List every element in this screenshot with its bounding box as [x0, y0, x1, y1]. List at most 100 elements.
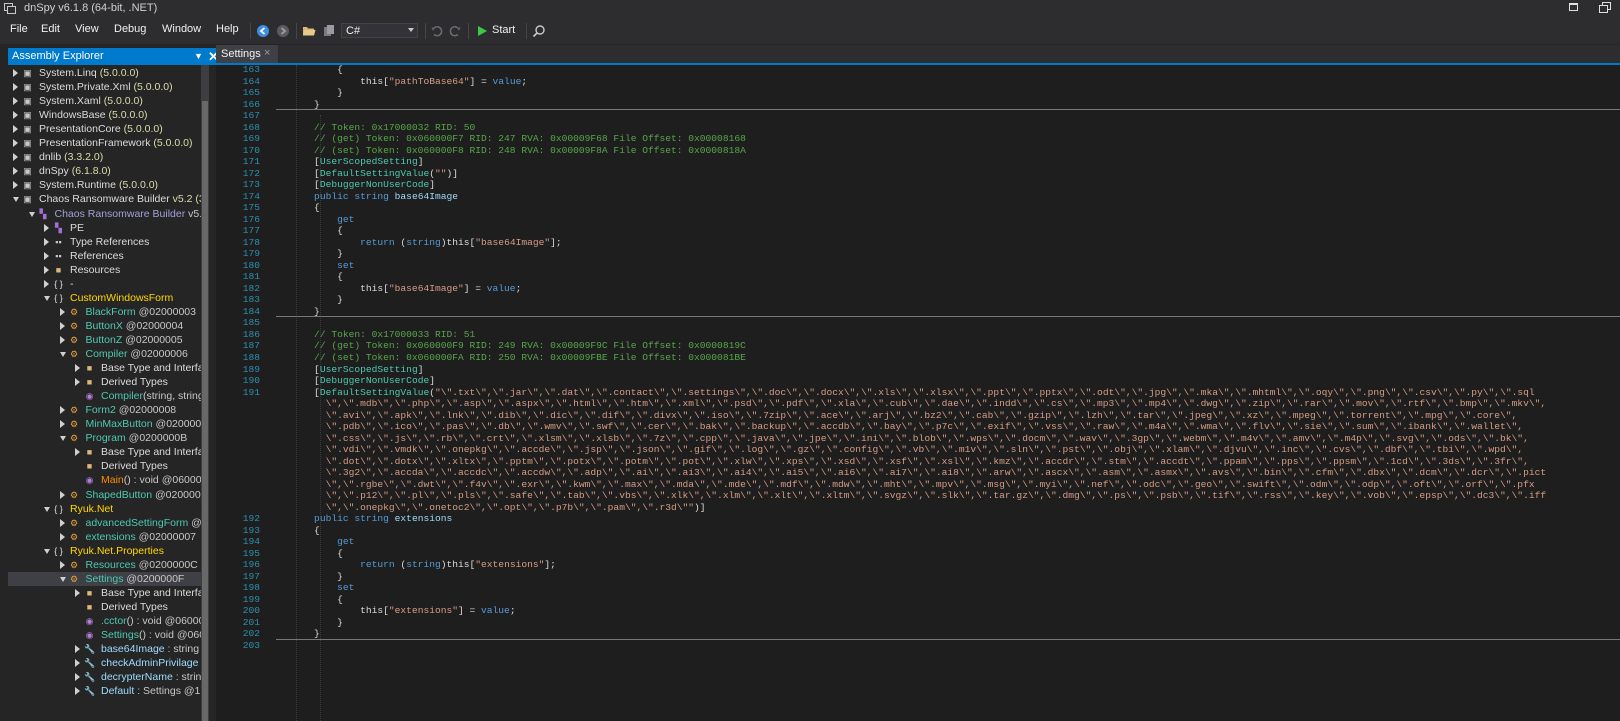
code-line[interactable]: {	[268, 225, 343, 236]
tree-node[interactable]: ⚙ advancedSettingForm @0	[8, 516, 207, 530]
expander-closed-icon[interactable]	[59, 560, 65, 569]
expander-closed-icon[interactable]	[13, 181, 18, 190]
expander-closed-icon[interactable]	[44, 223, 49, 232]
code-line[interactable]: }	[268, 87, 343, 98]
code-line[interactable]: }	[268, 248, 343, 259]
menu-debug[interactable]: Debug	[114, 23, 146, 35]
close-icon[interactable]: ×	[264, 47, 270, 59]
tree-node[interactable]: ▣ System.Xaml (5.0.0.0)	[8, 94, 207, 108]
tree-node[interactable]: ⚙ ButtonZ @02000005	[8, 333, 207, 347]
tree-node[interactable]: 🔧 checkAdminPrivilage :	[8, 656, 207, 670]
tree-node[interactable]: ▣ Chaos Ransomware Builder v5.2 (3.0	[8, 192, 207, 206]
expander-closed-icon[interactable]	[13, 153, 18, 162]
code-line[interactable]: // Token: 0x17000033 RID: 51	[268, 329, 475, 340]
expander-closed-icon[interactable]	[13, 97, 18, 106]
expander-closed-icon[interactable]	[44, 265, 49, 274]
scrollbar-thumb[interactable]	[202, 101, 208, 721]
menu-view[interactable]: View	[75, 23, 99, 35]
code-line[interactable]: {	[268, 594, 343, 605]
code-line[interactable]: get	[268, 536, 354, 547]
tree-node[interactable]: ■ Derived Types	[8, 459, 207, 473]
expander-closed-icon[interactable]	[13, 167, 18, 176]
tree-node[interactable]: ▣ WindowsBase (5.0.0.0)	[8, 108, 207, 122]
tree-node[interactable]: ⚙ Compiler @02000006	[8, 347, 207, 361]
expander-open-icon[interactable]	[28, 211, 35, 217]
expander-open-icon[interactable]	[59, 436, 66, 442]
tree-node[interactable]: ■ Derived Types	[8, 375, 207, 389]
code-line[interactable]: \".avi\",\".apk\",\".lnk\",\".dib\",\".d…	[268, 410, 1518, 421]
menu-window[interactable]: Window	[162, 23, 201, 35]
expander-closed-icon[interactable]	[75, 588, 80, 597]
code-line[interactable]: this["extensions"] = value;	[268, 605, 515, 616]
code-line[interactable]: [DefaultSettingValue("")]	[268, 168, 458, 179]
assembly-tree[interactable]: ▣ System.Linq (5.0.0.0) ▣ System.Private.Xm…	[8, 65, 207, 721]
expander-closed-icon[interactable]	[13, 125, 18, 134]
code-line[interactable]: \",\".mdb\",\".php\",\".asp\",\".aspx\",…	[268, 398, 1547, 409]
expander-closed-icon[interactable]	[75, 448, 80, 457]
tree-node[interactable]: ◉ .cctor() : void @06000	[8, 614, 207, 628]
code-line[interactable]: this["base64Image"] = value;	[268, 283, 521, 294]
code-line[interactable]: public string base64Image	[268, 191, 458, 202]
expander-closed-icon[interactable]	[75, 673, 80, 682]
search-icon[interactable]	[532, 24, 546, 38]
code-line[interactable]: [UserScopedSetting]	[268, 364, 423, 375]
expander-closed-icon[interactable]	[59, 490, 65, 499]
tree-node[interactable]: ▪▪ References	[8, 249, 207, 263]
tree-node[interactable]: { } Ryuk.Net.Properties	[8, 544, 207, 558]
expander-closed-icon[interactable]	[75, 659, 80, 668]
tree-node[interactable]: ◉ Compiler(string, string	[8, 389, 207, 403]
tree-node[interactable]: 🔧 base64Image : string @	[8, 642, 207, 656]
expander-closed-icon[interactable]	[13, 69, 18, 77]
menu-help[interactable]: Help	[216, 23, 239, 35]
expander-closed-icon[interactable]	[13, 83, 18, 92]
tree-scrollbar[interactable]	[201, 65, 209, 721]
tree-node[interactable]: ⚙ Resources @0200000C	[8, 558, 207, 572]
code-line[interactable]: get	[268, 214, 354, 225]
code-line[interactable]: [UserScopedSetting]	[268, 156, 423, 167]
tree-node[interactable]: ▣ dnSpy (6.1.8.0)	[8, 164, 207, 178]
tree-node[interactable]: ▣ PresentationFramework (5.0.0.0)	[8, 136, 207, 150]
expander-closed-icon[interactable]	[59, 321, 65, 330]
code-line[interactable]: \".dot\",\".dotx\",\".xltx\",\".pptm\",\…	[268, 456, 1529, 467]
tree-node[interactable]: ▚ Chaos Ransomware Builder v5.2.	[8, 207, 207, 221]
tree-node[interactable]: 🔧 Default : Settings @17	[8, 684, 207, 698]
chevron-down-icon[interactable]: ▼	[194, 51, 203, 61]
forward-icon[interactable]	[276, 24, 290, 38]
code-line[interactable]: [DebuggerNonUserCode]	[268, 179, 435, 190]
tree-node[interactable]: ▣ dnlib (3.3.2.0)	[8, 150, 207, 164]
tree-node[interactable]: ⚙ Settings @0200000F	[8, 571, 207, 586]
menu-edit[interactable]: Edit	[41, 23, 60, 35]
code-line[interactable]: \".3g2\",\".accda\",\".accdc\",\".accdw\…	[268, 467, 1547, 478]
tree-node[interactable]: ▣ PresentationCore (5.0.0.0)	[8, 122, 207, 136]
tree-node[interactable]: ⚙ ShapedButton @0200000D	[8, 488, 207, 502]
code-line[interactable]: }	[268, 617, 343, 628]
tree-node[interactable]: ◉ Main() : void @060000	[8, 473, 207, 487]
code-line[interactable]: [DebuggerNonUserCode]	[268, 375, 435, 386]
code-line[interactable]: \".css\",\".js\",\".rb\",\".crt\",\".xls…	[268, 433, 1529, 444]
expander-closed-icon[interactable]	[75, 378, 80, 387]
expander-closed-icon[interactable]	[59, 406, 65, 415]
code-line[interactable]: // (set) Token: 0x060000FA RID: 250 RVA:…	[268, 352, 746, 363]
undo-icon[interactable]	[430, 24, 444, 38]
code-editor[interactable]: 163 {164 this["pathToBase64"] = value; 16…	[216, 65, 1620, 721]
code-line[interactable]: set	[268, 582, 354, 593]
code-line[interactable]: \",\".p12\",\".pl\",\".pls\",\".safe\",\…	[268, 490, 1547, 501]
expander-open-icon[interactable]	[44, 295, 50, 301]
tree-node[interactable]: ⚙ Form2 @02000008	[8, 403, 207, 417]
expander-closed-icon[interactable]	[44, 279, 49, 288]
code-line[interactable]: \",\".onepkg\",\".onetoc2\",\".opt\",\".…	[268, 502, 706, 513]
expander-closed-icon[interactable]	[13, 139, 18, 148]
code-line[interactable]: }	[268, 306, 320, 317]
code-line[interactable]: }	[268, 628, 320, 639]
redo-icon[interactable]	[448, 24, 462, 38]
expander-closed-icon[interactable]	[75, 645, 80, 654]
language-select[interactable]: C#	[341, 23, 418, 38]
tree-node[interactable]: { } Ryuk.Net	[8, 502, 207, 516]
tree-node[interactable]: ⚙ Program @0200000B	[8, 431, 207, 445]
code-line[interactable]: this["pathToBase64"] = value;	[268, 76, 527, 87]
code-line[interactable]: {	[268, 202, 320, 213]
tree-node[interactable]: ⚙ MinMaxButton @0200000	[8, 417, 207, 431]
expander-open-icon[interactable]	[59, 352, 66, 357]
code-line[interactable]: [DefaultSettingValue("\".txt\",\".jar\",…	[268, 387, 1535, 398]
expander-open-icon[interactable]	[44, 506, 50, 512]
